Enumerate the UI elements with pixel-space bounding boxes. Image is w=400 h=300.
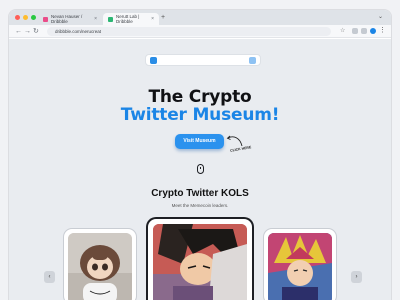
extension-icon[interactable] <box>361 28 367 34</box>
dribbble-icon <box>43 16 48 22</box>
tab-label: Nevan Hauser / Dribbble <box>51 14 83 24</box>
kol-card[interactable] <box>64 229 136 300</box>
address-toolbar: ← → ↻ dribbble.com/nerucreat ☆ ⋮ <box>9 25 391 38</box>
visit-museum-button[interactable]: Visit Museum <box>175 134 224 149</box>
chevron-down-icon[interactable]: ⌄ <box>378 13 383 20</box>
minimize-window-button[interactable] <box>23 15 28 20</box>
search-bar[interactable] <box>145 54 261 66</box>
new-tab-icon[interactable]: + <box>161 14 165 21</box>
dribbble-icon <box>108 16 113 22</box>
chevron-right-icon: › <box>355 274 358 280</box>
url-bar[interactable]: dribbble.com/nerucreat <box>47 27 331 36</box>
reload-icon[interactable]: ↻ <box>33 27 39 36</box>
mouse-scroll-icon <box>197 164 204 174</box>
profile-avatar[interactable] <box>370 28 376 34</box>
twitter-icon[interactable] <box>249 57 256 64</box>
tab-dribbble-nevan[interactable]: Nevan Hauser / Dribbble × <box>38 13 102 25</box>
kols-subheading: Meet the Memecoin leaders. <box>171 203 229 208</box>
close-window-button[interactable] <box>15 15 20 20</box>
kol-avatar <box>68 233 132 300</box>
bookmark-star-icon[interactable]: ☆ <box>340 27 345 34</box>
chevron-left-icon: ‹ <box>48 274 51 280</box>
tab-dribbble-nerutt[interactable]: Nerutt Lab | Dribbble × <box>103 13 159 25</box>
window-controls <box>15 15 36 20</box>
extension-icon[interactable] <box>352 28 358 34</box>
tab-strip: Nevan Hauser / Dribbble × Nerutt Lab | D… <box>9 10 391 25</box>
search-logo-icon <box>150 57 157 64</box>
browser-window: Nevan Hauser / Dribbble × Nerutt Lab | D… <box>9 10 391 300</box>
page-content: The Crypto Twitter Museum! Visit Museum … <box>9 39 391 300</box>
url-text: dribbble.com/nerucreat <box>55 29 102 34</box>
close-icon[interactable]: × <box>151 16 154 22</box>
carousel-next-button[interactable]: › <box>351 271 362 283</box>
hero-title-line2: Twitter Museum! <box>120 105 280 125</box>
back-icon[interactable]: ← <box>15 27 22 36</box>
close-icon[interactable]: × <box>94 16 97 22</box>
carousel-prev-button[interactable]: ‹ <box>44 271 55 283</box>
maximize-window-button[interactable] <box>31 15 36 20</box>
kols-heading: Crypto Twitter KOLS <box>151 188 249 199</box>
kol-avatar <box>153 224 247 300</box>
kol-avatar <box>268 233 332 300</box>
forward-icon[interactable]: → <box>24 27 31 36</box>
kol-card[interactable] <box>264 229 336 300</box>
tab-label: Nerutt Lab | Dribbble <box>116 14 140 24</box>
menu-icon[interactable]: ⋮ <box>379 26 386 34</box>
kol-card-featured[interactable] <box>148 219 252 300</box>
hero-title-line1: The Crypto <box>148 87 252 107</box>
